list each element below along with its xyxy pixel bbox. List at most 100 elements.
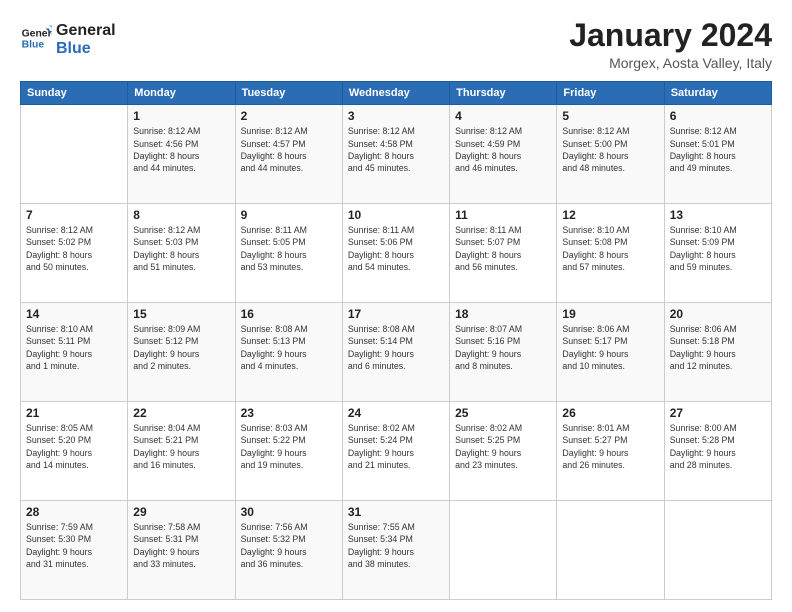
calendar-cell: 15 Sunrise: 8:09 AMSunset: 5:12 PMDayligh… bbox=[128, 303, 235, 402]
svg-text:Blue: Blue bbox=[22, 39, 45, 50]
calendar-cell: 4Sunrise: 8:12 AMSunset: 4:59 PMDaylight… bbox=[450, 105, 557, 204]
calendar-cell: 20 Sunrise: 8:06 AMSunset: 5:18 PMDayligh… bbox=[664, 303, 771, 402]
weekday-header-friday: Friday bbox=[557, 82, 664, 105]
weekday-header-thursday: Thursday bbox=[450, 82, 557, 105]
day-number: 20 bbox=[670, 307, 766, 321]
day-info: Sunrise: 8:02 AMSunset: 5:25 PMDaylight:… bbox=[455, 422, 551, 471]
calendar-cell: 2 Sunrise: 8:12 AMSunset: 4:57 PMDaylight… bbox=[235, 105, 342, 204]
calendar-cell: 26 Sunrise: 8:01 AMSunset: 5:27 PMDayligh… bbox=[557, 402, 664, 501]
day-number: 29 bbox=[133, 505, 229, 519]
calendar-cell: 18Sunrise: 8:07 AMSunset: 5:16 PMDayligh… bbox=[450, 303, 557, 402]
day-number: 26 bbox=[562, 406, 658, 420]
day-number: 13 bbox=[670, 208, 766, 222]
calendar-cell: 27 Sunrise: 8:00 AMSunset: 5:28 PMDayligh… bbox=[664, 402, 771, 501]
day-info: Sunrise: 8:03 AMSunset: 5:22 PMDaylight:… bbox=[241, 422, 337, 471]
day-number: 24 bbox=[348, 406, 444, 420]
day-info: Sunrise: 8:11 AMSunset: 5:05 PMDaylight:… bbox=[241, 224, 337, 273]
day-info: Sunrise: 8:05 AMSunset: 5:20 PMDaylight:… bbox=[26, 422, 122, 471]
month-title: January 2024 bbox=[569, 18, 772, 53]
day-number: 22 bbox=[133, 406, 229, 420]
day-info: Sunrise: 8:12 AMSunset: 4:58 PMDaylight:… bbox=[348, 125, 444, 174]
header: General Blue General Blue January 2024 M… bbox=[20, 18, 772, 71]
week-row-3: 14Sunrise: 8:10 AMSunset: 5:11 PMDayligh… bbox=[21, 303, 772, 402]
day-number: 18 bbox=[455, 307, 551, 321]
day-info: Sunrise: 8:01 AMSunset: 5:27 PMDaylight:… bbox=[562, 422, 658, 471]
calendar-cell: 16 Sunrise: 8:08 AMSunset: 5:13 PMDayligh… bbox=[235, 303, 342, 402]
day-number: 21 bbox=[26, 406, 122, 420]
logo-text-general: General bbox=[56, 22, 116, 40]
calendar-cell: 31Sunrise: 7:55 AMSunset: 5:34 PMDayligh… bbox=[342, 501, 449, 600]
calendar-cell: 14Sunrise: 8:10 AMSunset: 5:11 PMDayligh… bbox=[21, 303, 128, 402]
calendar-cell: 21 Sunrise: 8:05 AMSunset: 5:20 PMDayligh… bbox=[21, 402, 128, 501]
calendar-cell: 13 Sunrise: 8:10 AMSunset: 5:09 PMDayligh… bbox=[664, 204, 771, 303]
calendar-cell: 22 Sunrise: 8:04 AMSunset: 5:21 PMDayligh… bbox=[128, 402, 235, 501]
day-info: Sunrise: 8:10 AMSunset: 5:08 PMDaylight:… bbox=[562, 224, 658, 273]
weekday-header-row: SundayMondayTuesdayWednesdayThursdayFrid… bbox=[21, 82, 772, 105]
calendar-cell: 25 Sunrise: 8:02 AMSunset: 5:25 PMDayligh… bbox=[450, 402, 557, 501]
week-row-1: 1 Sunrise: 8:12 AMSunset: 4:56 PMDaylight… bbox=[21, 105, 772, 204]
day-info: Sunrise: 8:04 AMSunset: 5:21 PMDaylight:… bbox=[133, 422, 229, 471]
day-number: 2 bbox=[241, 109, 337, 123]
week-row-4: 21 Sunrise: 8:05 AMSunset: 5:20 PMDayligh… bbox=[21, 402, 772, 501]
day-info: Sunrise: 7:56 AMSunset: 5:32 PMDaylight:… bbox=[241, 521, 337, 570]
day-number: 17 bbox=[348, 307, 444, 321]
calendar-cell bbox=[557, 501, 664, 600]
weekday-header-monday: Monday bbox=[128, 82, 235, 105]
day-number: 11 bbox=[455, 208, 551, 222]
calendar-cell: 8Sunrise: 8:12 AMSunset: 5:03 PMDaylight… bbox=[128, 204, 235, 303]
day-info: Sunrise: 7:58 AMSunset: 5:31 PMDaylight:… bbox=[133, 521, 229, 570]
day-info: Sunrise: 8:02 AMSunset: 5:24 PMDaylight:… bbox=[348, 422, 444, 471]
calendar-cell: 9 Sunrise: 8:11 AMSunset: 5:05 PMDaylight… bbox=[235, 204, 342, 303]
day-info: Sunrise: 8:08 AMSunset: 5:13 PMDaylight:… bbox=[241, 323, 337, 372]
logo-icon: General Blue bbox=[20, 22, 52, 54]
logo: General Blue General Blue bbox=[20, 18, 116, 57]
title-block: January 2024 Morgex, Aosta Valley, Italy bbox=[569, 18, 772, 71]
day-info: Sunrise: 8:12 AMSunset: 5:01 PMDaylight:… bbox=[670, 125, 766, 174]
day-number: 6 bbox=[670, 109, 766, 123]
day-number: 9 bbox=[241, 208, 337, 222]
day-number: 16 bbox=[241, 307, 337, 321]
calendar-cell: 23 Sunrise: 8:03 AMSunset: 5:22 PMDayligh… bbox=[235, 402, 342, 501]
day-info: Sunrise: 8:11 AMSunset: 5:07 PMDaylight:… bbox=[455, 224, 551, 273]
day-number: 25 bbox=[455, 406, 551, 420]
calendar-cell bbox=[21, 105, 128, 204]
day-info: Sunrise: 7:59 AMSunset: 5:30 PMDaylight:… bbox=[26, 521, 122, 570]
day-info: Sunrise: 8:00 AMSunset: 5:28 PMDaylight:… bbox=[670, 422, 766, 471]
weekday-header-sunday: Sunday bbox=[21, 82, 128, 105]
day-number: 14 bbox=[26, 307, 122, 321]
week-row-5: 28 Sunrise: 7:59 AMSunset: 5:30 PMDayligh… bbox=[21, 501, 772, 600]
day-number: 7 bbox=[26, 208, 122, 222]
day-number: 23 bbox=[241, 406, 337, 420]
calendar-cell bbox=[664, 501, 771, 600]
day-info: Sunrise: 8:10 AMSunset: 5:09 PMDaylight:… bbox=[670, 224, 766, 273]
day-info: Sunrise: 8:06 AMSunset: 5:17 PMDaylight:… bbox=[562, 323, 658, 372]
day-info: Sunrise: 8:12 AMSunset: 5:00 PMDaylight:… bbox=[562, 125, 658, 174]
day-info: Sunrise: 8:12 AMSunset: 4:56 PMDaylight:… bbox=[133, 125, 229, 174]
weekday-header-wednesday: Wednesday bbox=[342, 82, 449, 105]
day-number: 8 bbox=[133, 208, 229, 222]
logo-text-blue: Blue bbox=[56, 40, 116, 58]
calendar-cell: 11 Sunrise: 8:11 AMSunset: 5:07 PMDayligh… bbox=[450, 204, 557, 303]
week-row-2: 7Sunrise: 8:12 AMSunset: 5:02 PMDaylight… bbox=[21, 204, 772, 303]
day-number: 19 bbox=[562, 307, 658, 321]
day-number: 1 bbox=[133, 109, 229, 123]
calendar-cell: 6 Sunrise: 8:12 AMSunset: 5:01 PMDaylight… bbox=[664, 105, 771, 204]
day-number: 28 bbox=[26, 505, 122, 519]
day-number: 27 bbox=[670, 406, 766, 420]
weekday-header-tuesday: Tuesday bbox=[235, 82, 342, 105]
day-number: 5 bbox=[562, 109, 658, 123]
day-number: 3 bbox=[348, 109, 444, 123]
day-info: Sunrise: 8:12 AMSunset: 4:57 PMDaylight:… bbox=[241, 125, 337, 174]
calendar-cell: 19 Sunrise: 8:06 AMSunset: 5:17 PMDayligh… bbox=[557, 303, 664, 402]
day-info: Sunrise: 7:55 AMSunset: 5:34 PMDaylight:… bbox=[348, 521, 444, 570]
day-info: Sunrise: 8:09 AMSunset: 5:12 PMDaylight:… bbox=[133, 323, 229, 372]
calendar-cell bbox=[450, 501, 557, 600]
day-info: Sunrise: 8:06 AMSunset: 5:18 PMDaylight:… bbox=[670, 323, 766, 372]
day-info: Sunrise: 8:11 AMSunset: 5:06 PMDaylight:… bbox=[348, 224, 444, 273]
calendar-cell: 24 Sunrise: 8:02 AMSunset: 5:24 PMDayligh… bbox=[342, 402, 449, 501]
calendar-cell: 29 Sunrise: 7:58 AMSunset: 5:31 PMDayligh… bbox=[128, 501, 235, 600]
day-number: 30 bbox=[241, 505, 337, 519]
calendar-cell: 12Sunrise: 8:10 AMSunset: 5:08 PMDayligh… bbox=[557, 204, 664, 303]
day-info: Sunrise: 8:12 AMSunset: 4:59 PMDaylight:… bbox=[455, 125, 551, 174]
day-number: 15 bbox=[133, 307, 229, 321]
